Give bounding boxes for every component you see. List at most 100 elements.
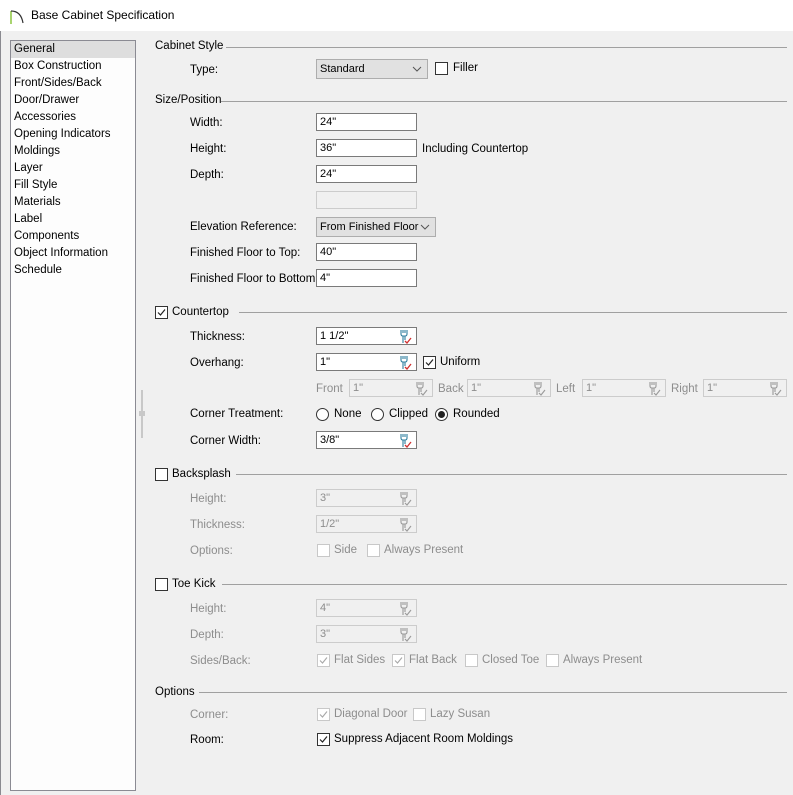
filler-checkbox[interactable] (435, 62, 448, 75)
nav-item-materials[interactable]: Materials (11, 194, 135, 211)
elevation-reference-select[interactable]: From Finished Floor (316, 217, 436, 237)
tk-depth-value: 3" (320, 628, 331, 640)
corner-none-radio[interactable] (316, 408, 329, 421)
uniform-label: Uniform (440, 356, 481, 368)
nav-item-opening-indicators[interactable]: Opening Indicators (11, 126, 135, 143)
type-select[interactable]: Standard (316, 59, 428, 79)
tk-height-value: 4" (320, 602, 331, 614)
width-value: 24" (320, 116, 337, 128)
ff-to-bottom-label: Finished Floor to Bottom: (190, 273, 319, 285)
depth-label: Depth: (190, 169, 224, 181)
room-label: Room: (190, 734, 224, 746)
tk-height-label: Height: (190, 603, 227, 615)
tk-depth-input: 3" (316, 625, 417, 643)
tk-height-input: 4" (316, 599, 417, 617)
radio-selected-dot (438, 411, 445, 418)
tk-flat-back-label: Flat Back (409, 654, 457, 666)
tk-closed-toe-checkbox (465, 654, 478, 667)
bs-thickness-label: Thickness: (190, 519, 245, 531)
toe-kick-heading: Toe Kick (172, 578, 216, 590)
back-label: Back (438, 383, 464, 395)
height-note: Including Countertop (422, 143, 529, 155)
height-value: 36" (320, 142, 337, 154)
diagonal-door-checkbox (317, 708, 330, 721)
tk-sides-back-label: Sides/Back: (190, 655, 251, 667)
lazy-susan-label: Lazy Susan (430, 708, 491, 720)
bs-height-input: 3" (316, 489, 417, 507)
countertop-checkbox[interactable] (155, 306, 168, 319)
options-heading: Options (155, 686, 195, 698)
nav-item-schedule[interactable]: Schedule (11, 262, 135, 279)
bs-thickness-input: 1/2" (316, 515, 417, 533)
checkmark-icon (319, 657, 328, 664)
group-divider (226, 47, 787, 48)
backsplash-checkbox[interactable] (155, 468, 168, 481)
depth-input[interactable]: 24" (316, 165, 417, 183)
nav-item-door-drawer[interactable]: Door/Drawer (11, 92, 135, 109)
nav-item-moldings[interactable]: Moldings (11, 143, 135, 160)
nav-item-object-information[interactable]: Object Information (11, 245, 135, 262)
corner-clipped-radio[interactable] (371, 408, 384, 421)
wrench-default-icon[interactable] (397, 433, 412, 448)
window-border (0, 31, 1, 795)
corner-width-value: 3/8" (320, 434, 340, 446)
uniform-checkbox[interactable] (423, 356, 436, 369)
right-label: Right (671, 383, 698, 395)
wrench-default-icon[interactable] (397, 329, 412, 344)
wrench-default-icon (534, 382, 546, 396)
checkmark-icon (425, 359, 434, 366)
overhang-input[interactable]: 1" (316, 353, 417, 371)
nav-item-label[interactable]: Label (11, 211, 135, 228)
height-input[interactable]: 36" (316, 139, 417, 157)
wrench-default-icon (416, 382, 428, 396)
bs-height-value: 3" (320, 492, 331, 504)
bs-height-label: Height: (190, 493, 227, 505)
nav-item-accessories[interactable]: Accessories (11, 109, 135, 126)
title-bar: Base Cabinet Specification (0, 0, 793, 31)
ff-to-top-input[interactable]: 40" (316, 243, 417, 261)
ct-thickness-input[interactable]: 1 1/2" (316, 327, 417, 345)
window-title: Base Cabinet Specification (31, 8, 175, 22)
corner-width-input[interactable]: 3/8" (316, 431, 417, 449)
elevation-reference-value: From Finished Floor (320, 221, 419, 233)
nav-item-front-sides-back[interactable]: Front/Sides/Back (11, 75, 135, 92)
toe-kick-checkbox[interactable] (155, 578, 168, 591)
left-value: 1" (586, 382, 597, 394)
category-list[interactable]: General Box Construction Front/Sides/Bac… (10, 40, 136, 791)
ct-thickness-label: Thickness: (190, 331, 245, 343)
wrench-default-icon (770, 382, 782, 396)
nav-item-layer[interactable]: Layer (11, 160, 135, 177)
front-overhang-input: 1" (349, 379, 433, 397)
suppress-moldings-checkbox[interactable] (317, 733, 330, 746)
wrench-default-icon (400, 518, 412, 532)
corner-rounded-radio[interactable] (435, 408, 448, 421)
nav-item-general[interactable]: General (11, 41, 135, 58)
corner-clipped-label: Clipped (389, 408, 428, 420)
ff-to-bottom-input[interactable]: 4" (316, 269, 417, 287)
right-overhang-input: 1" (703, 379, 787, 397)
corner-label: Corner: (190, 709, 229, 721)
wrench-default-icon[interactable] (397, 355, 412, 370)
back-value: 1" (471, 382, 482, 394)
splitter-grip[interactable] (139, 411, 145, 416)
width-input[interactable]: 24" (316, 113, 417, 131)
type-select-value: Standard (320, 63, 365, 75)
group-divider (222, 584, 787, 585)
nav-item-fill-style[interactable]: Fill Style (11, 177, 135, 194)
corner-rounded-label: Rounded (453, 408, 500, 420)
height-label: Height: (190, 143, 227, 155)
size-position-heading: Size/Position (155, 94, 222, 106)
group-divider (199, 692, 787, 693)
nav-item-components[interactable]: Components (11, 228, 135, 245)
checkmark-icon (157, 309, 166, 316)
nav-item-box-construction[interactable]: Box Construction (11, 58, 135, 75)
checkmark-icon (394, 657, 403, 664)
type-label: Type: (190, 64, 219, 76)
corner-treatment-label: Corner Treatment: (190, 408, 284, 420)
bs-thickness-value: 1/2" (320, 518, 340, 530)
countertop-heading: Countertop (172, 306, 229, 318)
left-label: Left (556, 383, 576, 395)
width-label: Width: (190, 117, 223, 129)
tk-flat-sides-checkbox (317, 654, 330, 667)
bs-always-present-label: Always Present (384, 544, 464, 556)
